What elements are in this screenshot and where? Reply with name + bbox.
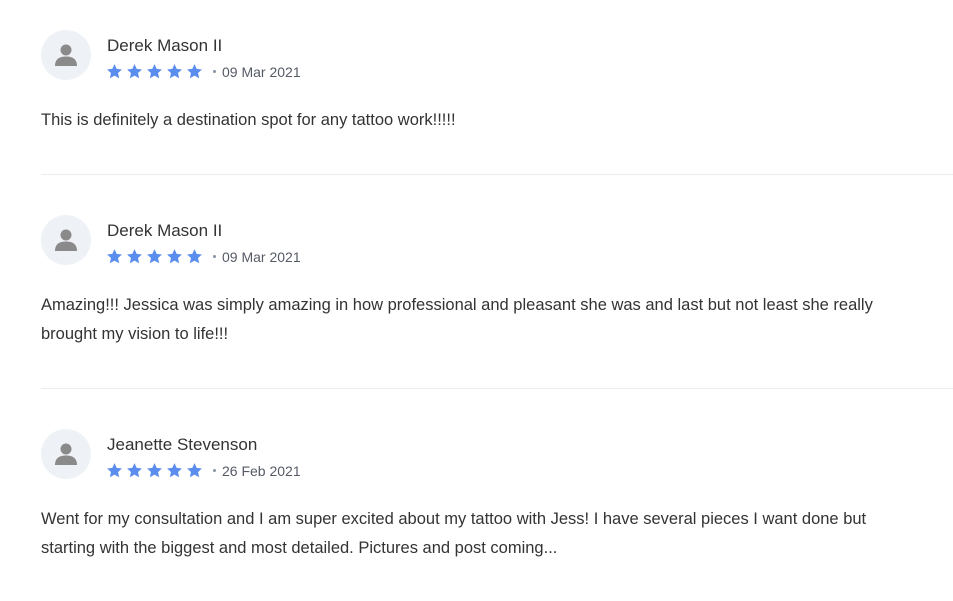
star-icon <box>127 463 142 478</box>
review-date: 09 Mar 2021 <box>222 248 301 265</box>
divider <box>41 388 953 389</box>
user-icon <box>55 229 77 251</box>
divider <box>41 174 953 175</box>
star-rating <box>106 462 206 479</box>
star-icon <box>127 64 142 79</box>
review-item: Derek Mason II 09 Mar 2021 This is defin… <box>41 30 953 129</box>
review-text: Amazing!!! Jessica was simply amazing in… <box>41 296 873 343</box>
review-header: Derek Mason II 09 Mar 2021 <box>41 215 953 275</box>
avatar <box>41 215 91 265</box>
user-icon <box>55 443 77 465</box>
star-icon <box>147 249 162 264</box>
star-icon <box>107 64 122 79</box>
star-icon <box>167 64 182 79</box>
separator-dot <box>213 469 216 472</box>
star-icon <box>107 463 122 478</box>
review-meta: 26 Feb 2021 <box>106 462 301 479</box>
user-icon <box>55 44 77 66</box>
review-meta: 09 Mar 2021 <box>106 63 301 80</box>
review-text: This is definitely a destination spot fo… <box>41 111 456 129</box>
star-icon <box>107 249 122 264</box>
avatar <box>41 429 91 479</box>
separator-dot <box>213 255 216 258</box>
review-author: Derek Mason II <box>107 221 223 240</box>
star-icon <box>167 249 182 264</box>
review-item: Jeanette Stevenson 26 Feb 2021 Went for … <box>41 429 953 557</box>
star-icon <box>147 463 162 478</box>
review-header: Jeanette Stevenson 26 Feb 2021 <box>41 429 953 489</box>
avatar <box>41 30 91 80</box>
review-author: Jeanette Stevenson <box>107 435 258 454</box>
review-header: Derek Mason II 09 Mar 2021 <box>41 30 953 90</box>
review-author: Derek Mason II <box>107 36 223 55</box>
star-icon <box>187 463 202 478</box>
review-item: Derek Mason II 09 Mar 2021 Amazing!!! Je… <box>41 215 953 343</box>
review-text: Went for my consultation and I am super … <box>41 510 867 557</box>
separator-dot <box>213 70 216 73</box>
star-icon <box>187 64 202 79</box>
review-date: 26 Feb 2021 <box>222 462 301 479</box>
star-rating <box>106 63 206 80</box>
star-icon <box>167 463 182 478</box>
star-rating <box>106 248 206 265</box>
star-icon <box>147 64 162 79</box>
review-list: Derek Mason II 09 Mar 2021 This is defin… <box>0 0 953 601</box>
review-meta: 09 Mar 2021 <box>106 248 301 265</box>
star-icon <box>187 249 202 264</box>
star-icon <box>127 249 142 264</box>
review-date: 09 Mar 2021 <box>222 63 301 80</box>
